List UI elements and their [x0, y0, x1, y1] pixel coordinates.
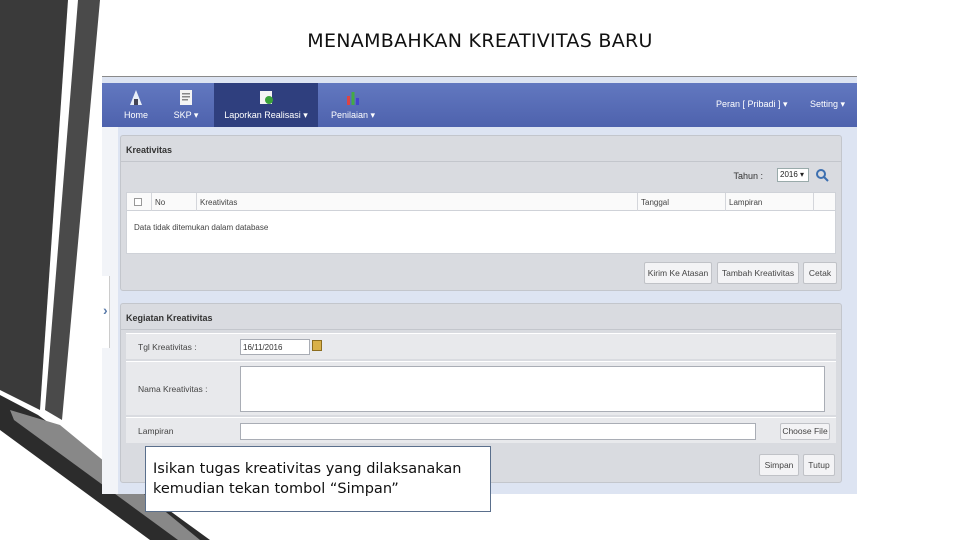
col-tanggal: Tanggal: [637, 193, 725, 211]
col-actions: [813, 193, 837, 211]
nav-peran[interactable]: Peran [ Pribadi ] ▾: [716, 99, 788, 110]
report-icon: [257, 88, 275, 106]
nav-penilaian-label: Penilaian ▾: [330, 110, 376, 120]
home-icon: [127, 88, 145, 106]
nama-row: Nama Kreativitas :: [126, 361, 836, 415]
nav-skp[interactable]: SKP ▾: [166, 83, 206, 127]
nav-penilaian[interactable]: Penilaian ▾: [328, 83, 378, 127]
tahun-label: Tahun :: [733, 171, 763, 181]
search-icon[interactable]: [815, 168, 829, 182]
tgl-row: Tgl Kreativitas : 16/11/2016: [126, 333, 836, 359]
lampiran-label: Lampiran: [138, 426, 174, 436]
nav-laporkan-realisasi[interactable]: Laporkan Realisasi ▾: [214, 83, 318, 127]
nav-laporkan-label: Laporkan Realisasi ▾: [224, 110, 308, 120]
instruction-callout: Isikan tugas kreativitas yang dilaksanak…: [145, 446, 491, 512]
col-kreativitas: Kreativitas: [196, 193, 637, 211]
tgl-input[interactable]: 16/11/2016: [240, 339, 310, 355]
tahun-select[interactable]: 2016 ▾: [777, 168, 809, 182]
nama-textarea[interactable]: [240, 366, 825, 412]
tgl-label: Tgl Kreativitas :: [138, 342, 197, 352]
kreativitas-panel: Kreativitas Tahun : 2016 ▾ No Kreativita…: [120, 135, 842, 291]
tutup-button[interactable]: Tutup: [803, 454, 835, 476]
document-icon: [177, 88, 195, 106]
tambah-kreativitas-button[interactable]: Tambah Kreativitas: [717, 262, 799, 284]
lampiran-input[interactable]: [240, 423, 756, 440]
table-header: No Kreativitas Tanggal Lampiran: [127, 193, 835, 211]
cetak-button[interactable]: Cetak: [803, 262, 837, 284]
nav-skp-label: SKP ▾: [173, 110, 199, 120]
app-screenshot: Home SKP ▾ Laporkan Realisasi ▾ Penilaia…: [102, 76, 857, 494]
kirim-ke-atasan-button[interactable]: Kirim Ke Atasan: [644, 262, 712, 284]
nav-setting[interactable]: Setting ▾: [810, 99, 845, 110]
kreativitas-table: No Kreativitas Tanggal Lampiran Data tid…: [126, 192, 836, 254]
col-lampiran: Lampiran: [725, 193, 813, 211]
col-no: No: [151, 193, 196, 211]
calendar-icon[interactable]: [312, 340, 322, 351]
kegiatan-panel-title: Kegiatan Kreativitas: [126, 313, 213, 323]
nama-label: Nama Kreativitas :: [138, 384, 208, 394]
kreativitas-panel-title: Kreativitas: [126, 145, 173, 155]
choose-file-button[interactable]: Choose File: [780, 423, 830, 440]
nav-home-label: Home: [123, 110, 148, 120]
empty-message: Data tidak ditemukan dalam database: [134, 223, 269, 232]
chevron-right-icon[interactable]: ›: [103, 302, 108, 318]
top-navbar: Home SKP ▾ Laporkan Realisasi ▾ Penilaia…: [102, 83, 857, 127]
slide-title: MENAMBAHKAN KREATIVITAS BARU: [307, 30, 653, 52]
chart-icon: [344, 88, 362, 106]
panel-divider: [121, 329, 841, 330]
select-all-checkbox[interactable]: [134, 198, 142, 206]
lampiran-row: Lampiran Choose File: [126, 417, 836, 443]
simpan-button[interactable]: Simpan: [759, 454, 799, 476]
nav-home[interactable]: Home: [116, 83, 156, 127]
panel-divider: [121, 161, 841, 162]
